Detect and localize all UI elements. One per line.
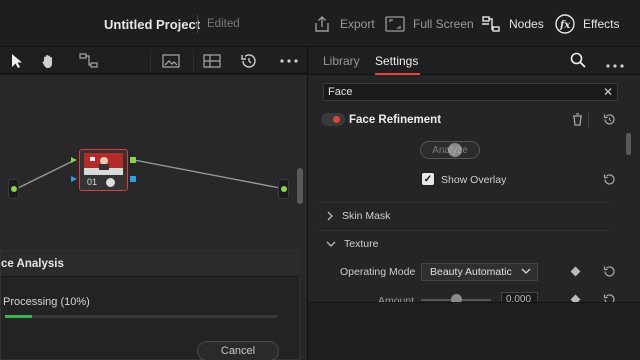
- section-skin-mask-label: Skin Mask: [342, 210, 391, 222]
- clear-search-icon[interactable]: ✕: [601, 83, 615, 101]
- operating-mode-select[interactable]: Beauty Automatic: [421, 263, 538, 281]
- fx-badge-icon: [106, 178, 115, 187]
- processing-status: Processing (10%): [3, 296, 90, 308]
- effect-header: Face Refinement: [308, 109, 633, 131]
- dialog-title: ce Analysis: [1, 251, 301, 277]
- section-divider: [319, 230, 609, 231]
- operating-mode-label: Operating Mode: [340, 266, 416, 278]
- node-thumbnail: [84, 153, 123, 175]
- export-icon: [312, 14, 332, 34]
- input-endpoint[interactable]: [8, 179, 19, 199]
- trash-icon[interactable]: [572, 113, 583, 129]
- section-divider: [319, 202, 609, 203]
- mouse-cursor: [448, 143, 462, 157]
- reset-icon[interactable]: [603, 173, 616, 189]
- chevron-down-icon: [521, 266, 531, 279]
- section-texture[interactable]: Texture: [326, 238, 378, 250]
- corrector-node[interactable]: 01: [79, 149, 128, 191]
- reset-icon[interactable]: [603, 265, 616, 281]
- search-input[interactable]: Face: [323, 83, 618, 101]
- progress-fill: [5, 315, 33, 318]
- export-button[interactable]: Export: [312, 13, 375, 35]
- panel-scrollbar[interactable]: [626, 133, 631, 155]
- panel-tabs: Library Settings: [308, 47, 640, 75]
- section-skin-mask[interactable]: Skin Mask: [326, 210, 390, 222]
- show-overlay-checkbox[interactable]: ✓: [422, 173, 434, 185]
- tab-settings[interactable]: Settings: [375, 54, 418, 68]
- effect-enable-toggle[interactable]: [321, 113, 345, 126]
- effect-name: Face Refinement: [349, 114, 442, 126]
- face-analysis-dialog: ce Analysis Processing (10%) Cancel: [0, 250, 301, 360]
- fullscreen-icon: [385, 14, 405, 34]
- fullscreen-button[interactable]: Full Screen: [385, 13, 474, 35]
- nodes-icon: [481, 14, 501, 34]
- effects-panel: Library Settings Face ✕ Face Refinement …: [307, 47, 640, 360]
- reset-icon[interactable]: [603, 113, 616, 129]
- header-divider: [588, 113, 589, 127]
- search-icon[interactable]: [570, 52, 586, 71]
- nodes-label: Nodes: [509, 17, 544, 31]
- tab-library[interactable]: Library: [323, 54, 360, 68]
- cancel-button[interactable]: Cancel: [197, 341, 279, 360]
- section-texture-label: Texture: [344, 238, 379, 250]
- output-endpoint[interactable]: [278, 179, 289, 199]
- chevron-right-icon: [327, 211, 333, 221]
- operating-mode-value: Beauty Automatic: [430, 266, 512, 278]
- effects-button[interactable]: fx Effects: [555, 13, 619, 35]
- progress-bar: [5, 315, 277, 318]
- node-number: 01: [87, 177, 98, 187]
- show-overlay-label: Show Overlay: [441, 174, 507, 186]
- node-input-rgb[interactable]: [71, 157, 77, 163]
- export-label: Export: [340, 17, 375, 31]
- more-options-icon[interactable]: [606, 59, 624, 71]
- nodes-button[interactable]: Nodes: [481, 13, 544, 35]
- keyframe-icon[interactable]: [570, 266, 581, 277]
- node-output-rgb[interactable]: [130, 157, 136, 163]
- fx-icon: fx: [555, 14, 575, 34]
- node-input-alpha[interactable]: [71, 176, 77, 182]
- svg-text:fx: fx: [559, 20, 571, 31]
- chevron-down-icon: [326, 241, 336, 247]
- fullscreen-label: Full Screen: [413, 17, 474, 31]
- node-output-alpha[interactable]: [130, 176, 136, 182]
- active-tab-indicator: [375, 73, 420, 75]
- bottom-panel: [308, 302, 640, 360]
- canvas-scrollbar[interactable]: [297, 168, 303, 204]
- effects-label: Effects: [583, 17, 620, 31]
